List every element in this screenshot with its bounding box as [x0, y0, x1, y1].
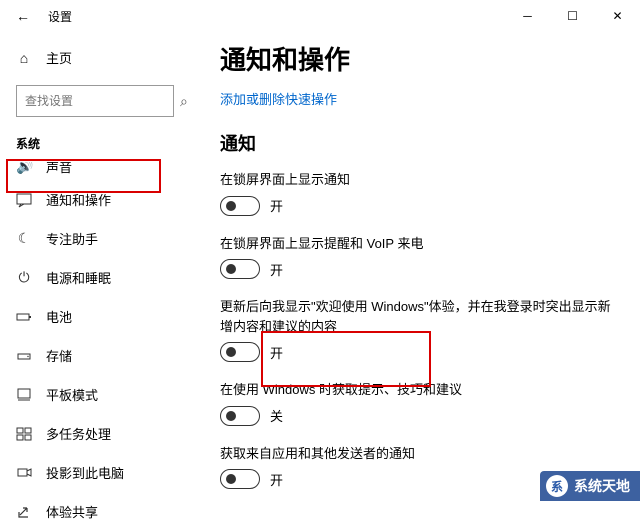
toggle-state: 开: [270, 260, 283, 279]
sidebar-item-label: 投影到此电脑: [46, 463, 124, 482]
sidebar-item-power[interactable]: ⏻ 电源和睡眠: [0, 258, 190, 297]
sidebar: ⌂ 主页 ⌕ 系统 🔊 声音 通知和操作 ☾ 专注助手 ⏻ 电源和睡眠 电池: [0, 32, 190, 501]
toggle-switch[interactable]: [220, 196, 260, 216]
setting-lockscreen-notif: 在锁屏界面上显示通知 开: [220, 170, 620, 216]
maximize-button[interactable]: ☐: [550, 0, 595, 32]
sidebar-item-share[interactable]: 体验共享: [0, 492, 190, 531]
watermark-text: 系统天地: [574, 476, 630, 496]
sidebar-item-battery[interactable]: 电池: [0, 297, 190, 336]
sidebar-item-label: 体验共享: [46, 502, 98, 521]
multitask-icon: [16, 426, 32, 442]
quick-actions-link[interactable]: 添加或删除快速操作: [220, 89, 337, 108]
focus-icon: ☾: [16, 230, 32, 247]
window-title: 设置: [48, 8, 72, 25]
sidebar-item-multitask[interactable]: 多任务处理: [0, 414, 190, 453]
home-icon: ⌂: [16, 50, 32, 66]
setting-lockscreen-voip: 在锁屏界面上显示提醒和 VoIP 来电 开: [220, 234, 620, 280]
toggle-switch[interactable]: [220, 259, 260, 279]
toggle-switch[interactable]: [220, 469, 260, 489]
power-icon: ⏻: [16, 269, 32, 286]
watermark: 系 系统天地: [540, 471, 640, 501]
setting-label: 获取来自应用和其他发送者的通知: [220, 444, 620, 464]
sidebar-item-label: 电池: [46, 307, 72, 326]
toggle-switch[interactable]: [220, 342, 260, 362]
tablet-icon: [16, 387, 32, 403]
search-box[interactable]: ⌕: [16, 85, 174, 117]
watermark-logo-icon: 系: [546, 475, 568, 497]
content: 通知和操作 添加或删除快速操作 通知 在锁屏界面上显示通知 开 在锁屏界面上显示…: [190, 32, 640, 501]
notifications-icon: [16, 192, 32, 208]
sidebar-item-label: 通知和操作: [46, 190, 111, 209]
toggle-switch[interactable]: [220, 406, 260, 426]
search-input[interactable]: [25, 94, 180, 108]
sidebar-home[interactable]: ⌂ 主页: [0, 40, 190, 75]
setting-label: 更新后向我显示"欢迎使用 Windows"体验，并在我登录时突出显示新增内容和建…: [220, 297, 620, 336]
window-controls: ─ ☐ ✕: [505, 0, 640, 32]
sidebar-item-project[interactable]: 投影到此电脑: [0, 453, 190, 492]
sidebar-category: 系统: [0, 131, 190, 162]
page-title: 通知和操作: [220, 40, 620, 77]
toggle-state: 开: [270, 470, 283, 489]
sidebar-item-label: 存储: [46, 346, 72, 365]
project-icon: [16, 465, 32, 481]
section-notifications: 通知: [220, 130, 620, 156]
sidebar-item-tablet[interactable]: 平板模式: [0, 375, 190, 414]
sidebar-item-notifications[interactable]: 通知和操作: [0, 180, 190, 219]
sidebar-item-sound[interactable]: 🔊 声音: [0, 162, 190, 180]
sound-icon: 🔊: [16, 162, 32, 175]
setting-label: 在锁屏界面上显示提醒和 VoIP 来电: [220, 234, 620, 254]
share-icon: [16, 504, 32, 520]
sidebar-item-label: 声音: [46, 162, 72, 176]
back-icon[interactable]: ←: [16, 8, 36, 24]
titlebar: ← 设置 ─ ☐ ✕: [0, 0, 640, 32]
sidebar-item-label: 多任务处理: [46, 424, 111, 443]
setting-label: 在使用 Windows 时获取提示、技巧和建议: [220, 380, 620, 400]
toggle-state: 开: [270, 196, 283, 215]
sidebar-item-focus[interactable]: ☾ 专注助手: [0, 219, 190, 258]
setting-tips: 在使用 Windows 时获取提示、技巧和建议 关: [220, 380, 620, 426]
search-icon: ⌕: [180, 93, 188, 110]
toggle-state: 关: [270, 406, 283, 425]
sidebar-item-label: 电源和睡眠: [46, 268, 111, 287]
setting-label: 在锁屏界面上显示通知: [220, 170, 620, 190]
toggle-state: 开: [270, 343, 283, 362]
minimize-button[interactable]: ─: [505, 0, 550, 32]
close-button[interactable]: ✕: [595, 0, 640, 32]
battery-icon: [16, 309, 32, 325]
setting-welcome-experience: 更新后向我显示"欢迎使用 Windows"体验，并在我登录时突出显示新增内容和建…: [220, 297, 620, 362]
sidebar-item-label: 平板模式: [46, 385, 98, 404]
sidebar-item-storage[interactable]: 存储: [0, 336, 190, 375]
sidebar-home-label: 主页: [46, 48, 72, 67]
sidebar-item-label: 专注助手: [46, 229, 98, 248]
storage-icon: [16, 348, 32, 364]
